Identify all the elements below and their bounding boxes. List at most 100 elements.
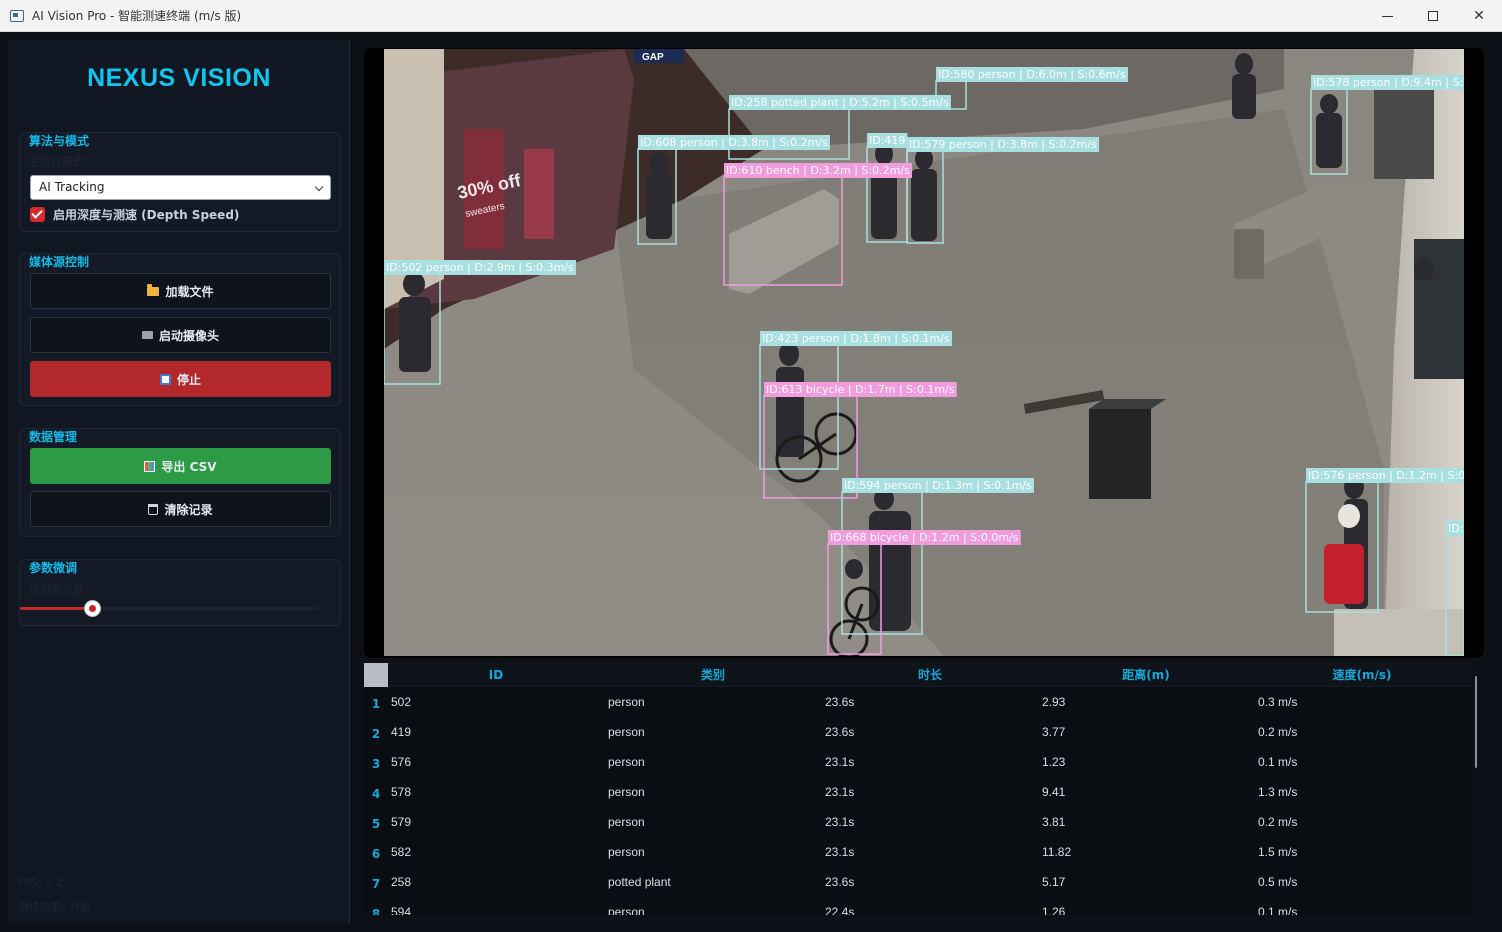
col-header-distance[interactable]: 距离(m) [1038, 663, 1254, 687]
col-header-duration[interactable]: 时长 [822, 663, 1038, 687]
video-frame: 30% off sweaters GAP ID:580 person | D:6… [384, 49, 1464, 656]
table-cell-speed: 0.5 m/s [1258, 875, 1298, 889]
media-control-title: 媒体源控制 [29, 255, 90, 269]
close-button[interactable]: ✕ [1456, 0, 1502, 32]
trash-icon [148, 503, 159, 515]
table-row[interactable]: 8 594 person 22.4s 1.26 0.1 m/s [364, 897, 1472, 915]
detection-label: ID:668 bicycle | D:1.2m | S:0.0m/s [830, 531, 1019, 544]
minimize-icon [1381, 15, 1393, 17]
detection-label: ID:580 person | D:6.0m | S:0.6m/s [938, 68, 1126, 81]
table-cell-dur: 23.6s [825, 875, 855, 889]
row-number[interactable]: 2 [364, 727, 388, 741]
table-cell-dist: 5.17 [1042, 875, 1066, 889]
detection-label: ID:579 person | D:3.8m | S:0.2m/s [909, 138, 1097, 151]
table-cell-speed: 1.5 m/s [1258, 845, 1298, 859]
media-control-group: 媒体源控制 加载文件 启动摄像头 停止 [19, 253, 341, 406]
speed-status: 测速功能: 开启 [18, 900, 92, 913]
table-cell-dur: 23.1s [825, 785, 855, 799]
table-row[interactable]: 4 578 person 23.1s 9.41 1.3 m/s [364, 777, 1472, 807]
depth-speed-toggle[interactable]: 启用深度与测速 (Depth Speed) [30, 206, 239, 223]
detection-label: ID:423 person | D:1.8m | S:0.1m/s [762, 332, 950, 345]
table-cell-dur: 22.4s [825, 905, 855, 915]
row-number[interactable]: 7 [364, 877, 388, 891]
depth-speed-label: 启用深度与测速 (Depth Speed) [53, 208, 240, 222]
ledge [1334, 609, 1464, 656]
mode-select[interactable]: AI Tracking [30, 175, 331, 200]
col-header-speed[interactable]: 速度(m/s) [1254, 663, 1470, 687]
detection-label: ID:608 person | D:3.8m | S:0.2m/s [640, 136, 828, 149]
window-titlebar: AI Vision Pro - 智能测速终端 (m/s 版) ✕ [0, 0, 1502, 32]
store-logo-text: GAP [642, 52, 664, 63]
table-cell-speed: 0.2 m/s [1258, 815, 1298, 829]
algo-mode-title: 算法与模式 [29, 134, 90, 148]
table-row[interactable]: 7 258 potted plant 23.6s 5.17 0.5 m/s [364, 867, 1472, 897]
params-group: 参数微调 检测置信度 [19, 559, 341, 626]
table-cell-id: 419 [391, 725, 412, 739]
table-cell-dur: 23.6s [825, 725, 855, 739]
stop-button[interactable]: 停止 [30, 361, 331, 397]
table-header: ID 类别 时长 距离(m) 速度(m/s) [388, 663, 1472, 687]
red-coat [1324, 544, 1364, 604]
table-cell-cls: person [608, 755, 645, 769]
table-cell-dur: 23.1s [825, 755, 855, 769]
table-cell-speed: 0.1 m/s [1258, 755, 1298, 769]
row-number[interactable]: 4 [364, 787, 388, 801]
export-csv-button[interactable]: 导出 CSV [30, 448, 331, 484]
table-cell-speed: 0.1 m/s [1258, 905, 1298, 915]
depth-speed-checkbox[interactable] [30, 207, 45, 222]
table-row[interactable]: 5 579 person 23.1s 3.81 0.2 m/s [364, 807, 1472, 837]
load-file-button[interactable]: 加载文件 [30, 273, 331, 309]
detection-label: ID:613 bicycle | D:1.7m | S:0.1m/s [766, 383, 955, 396]
col-header-id[interactable]: ID [388, 663, 604, 687]
window-title: AI Vision Pro - 智能测速终端 (m/s 版) [32, 9, 242, 23]
minimize-button[interactable] [1364, 0, 1410, 32]
chevron-down-icon [314, 182, 324, 192]
start-camera-label: 启动摄像头 [158, 328, 219, 343]
detection-label: ID:258 potted plant | D:5.2m | S:0.5m/s [731, 96, 949, 109]
white-hair [1338, 504, 1360, 528]
table-cell-id: 594 [391, 905, 412, 915]
table-cell-dist: 1.23 [1042, 755, 1066, 769]
col-header-class[interactable]: 类别 [605, 663, 821, 687]
table-cell-speed: 1.3 m/s [1258, 785, 1298, 799]
confidence-slider-handle[interactable] [84, 601, 100, 616]
table-cell-dur: 23.6s [825, 695, 855, 709]
table-cell-id: 579 [391, 815, 412, 829]
table-row[interactable]: 3 576 person 23.1s 1.23 0.1 m/s [364, 747, 1472, 777]
table-row[interactable]: 1 502 person 23.6s 2.93 0.3 m/s [364, 687, 1472, 717]
table-cell-dur: 23.1s [825, 845, 855, 859]
table-scrollbar[interactable] [1475, 676, 1477, 768]
detection-label: ID:502 person | D:2.9m | S:0.3m/s [386, 261, 574, 274]
row-number[interactable]: 3 [364, 757, 388, 771]
folder-icon [147, 283, 160, 296]
row-number[interactable]: 6 [364, 847, 388, 861]
table-corner-button[interactable] [364, 663, 388, 687]
table-cell-cls: person [608, 785, 645, 799]
clear-records-label: 清除记录 [164, 502, 213, 517]
mode-select-value: AI Tracking [39, 180, 105, 194]
stop-icon [159, 373, 171, 385]
load-file-label: 加载文件 [165, 284, 214, 299]
camera-scene: 30% off sweaters GAP ID:580 person | D:6… [384, 49, 1464, 656]
app-icon [10, 9, 24, 22]
table-cell-dur: 23.1s [825, 815, 855, 829]
data-management-title: 数据管理 [29, 430, 78, 444]
table-row[interactable]: 6 582 person 23.1s 11.82 1.5 m/s [364, 837, 1472, 867]
confidence-slider[interactable] [20, 601, 318, 616]
start-camera-button[interactable]: 启动摄像头 [30, 317, 331, 353]
fps-readout: FPS: 2.2 [18, 876, 63, 889]
confidence-label: 检测置信度 [29, 583, 84, 596]
row-number[interactable]: 8 [364, 907, 388, 915]
row-number[interactable]: 5 [364, 817, 388, 831]
table-cell-speed: 0.2 m/s [1258, 725, 1298, 739]
maximize-icon [1428, 11, 1438, 21]
maximize-button[interactable] [1410, 0, 1456, 32]
mode-label: 主运行模式: [29, 155, 88, 168]
table-cell-dist: 2.93 [1042, 695, 1066, 709]
row-number[interactable]: 1 [364, 697, 388, 711]
table-row[interactable]: 2 419 person 23.6s 3.77 0.2 m/s [364, 717, 1472, 747]
detection-label: ID:578 person | D:9.4m | S: [1313, 76, 1463, 89]
detection-label: ID:419 [869, 134, 905, 147]
table-cell-id: 576 [391, 755, 412, 769]
clear-records-button[interactable]: 清除记录 [30, 491, 331, 527]
